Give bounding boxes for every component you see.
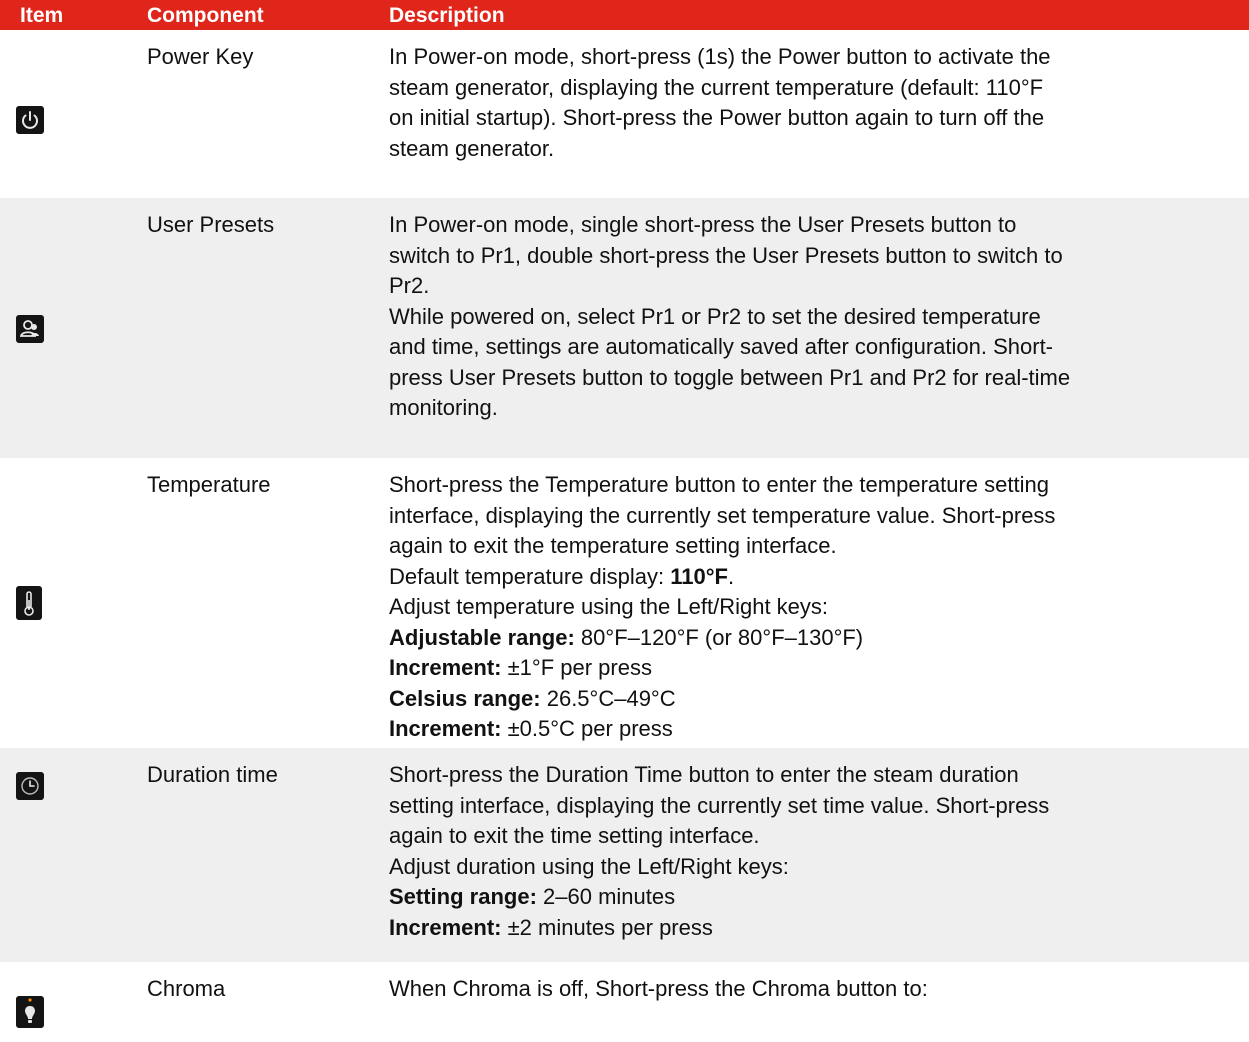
table-row: Chroma When Chroma is off, Short-press t… bbox=[0, 962, 1249, 1042]
description-line: steam generator. bbox=[389, 135, 555, 161]
table-header-row: Item Component Description bbox=[0, 0, 1249, 30]
spec-value: ±2 minutes per press bbox=[501, 914, 713, 940]
description-cell: In Power-on mode, single short-press the… bbox=[387, 198, 1249, 458]
spec-label: Setting range: bbox=[389, 884, 537, 909]
component-name: Power Key bbox=[147, 44, 254, 69]
description-line: again to exit the time setting interface… bbox=[389, 823, 760, 848]
spec-label: Adjustable range: bbox=[389, 624, 575, 650]
description-line: Adjust duration using the Left/Right key… bbox=[389, 853, 789, 879]
spec-line: Setting range: 2–60 minutes bbox=[389, 882, 1225, 913]
header-description: Description bbox=[389, 4, 505, 27]
table-row: Power Key In Power-on mode, short-press … bbox=[0, 30, 1249, 198]
description-line: monitoring. bbox=[389, 395, 498, 420]
description-line: and time, settings are automatically sav… bbox=[389, 334, 1054, 359]
component-name: Duration time bbox=[147, 762, 278, 787]
description-line: Short-press the Duration Time button to … bbox=[389, 762, 1019, 787]
description-line: switch to Pr1, double short-press the Us… bbox=[389, 242, 1063, 268]
thermometer-icon bbox=[16, 586, 42, 620]
spec-label: Increment: bbox=[389, 914, 502, 940]
spec-value: 2–60 minutes bbox=[536, 884, 676, 909]
controls-table: Item Component Description Power Key In … bbox=[0, 0, 1249, 1042]
table-row: Duration time Short-press the Duration T… bbox=[0, 748, 1249, 962]
default-temperature-label: Default temperature display: bbox=[389, 563, 671, 589]
bulb-icon bbox=[16, 996, 44, 1029]
description-line: Short-press the Temperature button to en… bbox=[389, 472, 1049, 497]
spec-label: Celsius range: bbox=[389, 685, 541, 711]
item-cell bbox=[0, 198, 133, 458]
user-presets-icon bbox=[16, 314, 44, 343]
header-component: Component bbox=[147, 4, 264, 27]
description-line: In Power-on mode, single short-press the… bbox=[389, 212, 1017, 237]
description-cell: Short-press the Temperature button to en… bbox=[387, 458, 1249, 748]
description-line: In Power-on mode, short-press (1s) the P… bbox=[389, 44, 1051, 69]
spec-value: ±1°F per press bbox=[501, 655, 652, 680]
spec-line: Increment: ±1°F per press bbox=[389, 653, 1225, 684]
item-cell bbox=[0, 748, 133, 962]
item-cell bbox=[0, 458, 133, 748]
spec-value: ±0.5°C per press bbox=[501, 716, 673, 741]
description-line: press User Presets button to toggle betw… bbox=[389, 364, 1071, 390]
component-name: Chroma bbox=[147, 976, 226, 1001]
description-line: When Chroma is off, Short-press the Chro… bbox=[389, 976, 928, 1001]
spec-line: Adjustable range: 80°F–120°F (or 80°F–13… bbox=[389, 623, 1225, 654]
description-line: steam generator, displaying the current … bbox=[389, 74, 1044, 100]
description-line: While powered on, select Pr1 or Pr2 to s… bbox=[389, 303, 1041, 329]
description-line: Pr2. bbox=[389, 273, 430, 298]
description-line: Adjust temperature using the Left/Right … bbox=[389, 594, 829, 619]
spec-line: Increment: ±0.5°C per press bbox=[389, 714, 1225, 745]
description-line: on initial startup). Short-press the Pow… bbox=[389, 105, 1045, 130]
spec-value: 80°F–120°F (or 80°F–130°F) bbox=[574, 624, 864, 650]
spec-label: Increment: bbox=[389, 716, 502, 741]
table-row: User Presets In Power-on mode, single sh… bbox=[0, 198, 1249, 458]
item-cell bbox=[0, 962, 133, 1042]
power-icon bbox=[16, 105, 44, 134]
description-cell: Short-press the Duration Time button to … bbox=[387, 748, 1249, 962]
spec-line: Increment: ±2 minutes per press bbox=[389, 913, 1225, 944]
description-cell: When Chroma is off, Short-press the Chro… bbox=[387, 962, 1249, 1042]
spec-value: 26.5°C–49°C bbox=[540, 685, 676, 711]
item-cell bbox=[0, 30, 133, 198]
description-line: again to exit the temperature setting in… bbox=[389, 533, 837, 558]
component-name: Temperature bbox=[147, 472, 271, 497]
clock-icon bbox=[16, 772, 44, 801]
description-line: interface, displaying the currently set … bbox=[389, 502, 1056, 528]
table-row: Temperature Short-press the Temperature … bbox=[0, 458, 1249, 748]
default-temperature-value: 110°F bbox=[670, 563, 728, 589]
description-cell: In Power-on mode, short-press (1s) the P… bbox=[387, 30, 1249, 198]
default-temperature-line: Default temperature display: 110°F. bbox=[389, 563, 735, 589]
spec-label: Increment: bbox=[389, 655, 502, 680]
description-line: setting interface, displaying the curren… bbox=[389, 792, 1050, 818]
spec-line: Celsius range: 26.5°C–49°C bbox=[389, 684, 1225, 715]
component-name: User Presets bbox=[147, 212, 275, 237]
header-item: Item bbox=[20, 4, 64, 27]
